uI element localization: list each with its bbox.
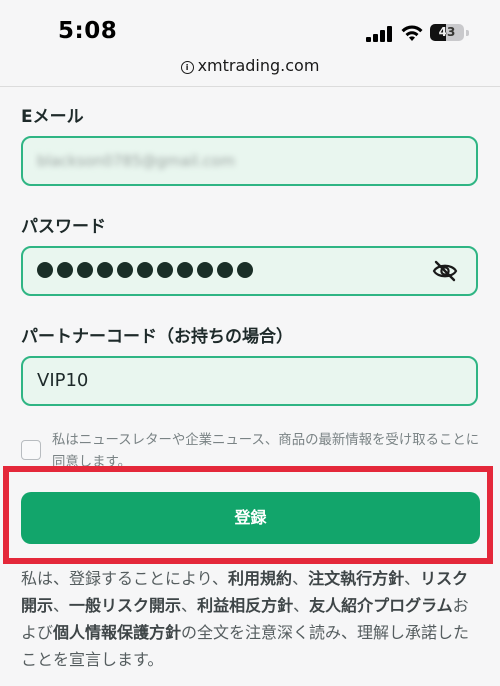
terms-separator: 、 — [293, 596, 310, 615]
referral-program-link[interactable]: 友人紹介プログラム — [309, 596, 453, 615]
terms-separator: 、 — [292, 569, 309, 588]
url-text: xmtrading.com — [197, 56, 320, 75]
order-execution-policy-link[interactable]: 注文執行方針 — [308, 569, 404, 588]
terms-separator: 、 — [53, 596, 70, 615]
register-button[interactable]: 登録 — [21, 492, 480, 544]
cellular-signal-icon — [366, 26, 392, 42]
battery-icon: 43 — [430, 24, 464, 41]
partner-code-field[interactable]: VIP10 — [21, 356, 478, 406]
general-risk-disclosure-link[interactable]: 一般リスク開示 — [69, 596, 181, 615]
email-label: Eメール — [21, 107, 84, 127]
terms-of-use-link[interactable]: 利用規約 — [228, 569, 292, 588]
address-bar[interactable]: i xmtrading.com — [0, 56, 500, 86]
password-label: パスワード — [21, 217, 106, 237]
status-bar: 5:08 43 — [0, 0, 500, 56]
password-dots — [37, 262, 253, 278]
email-field[interactable]: blackson0785@gmail.com — [21, 136, 478, 186]
status-time: 5:08 — [58, 18, 118, 44]
site-info-icon[interactable]: i — [180, 61, 194, 74]
divider — [0, 86, 500, 87]
privacy-policy-link[interactable]: 個人情報保護方針 — [53, 623, 181, 642]
battery-level: 43 — [438, 25, 456, 39]
terms-statement: 私は、登録することにより、利用規約、注文執行方針、リスク開示、一般リスク開示、利… — [21, 565, 481, 673]
conflict-of-interest-policy-link[interactable]: 利益相反方針 — [197, 596, 293, 615]
partner-code-value: VIP10 — [37, 370, 89, 391]
partner-code-label: パートナーコード（お持ちの場合） — [21, 327, 293, 347]
password-field[interactable] — [21, 246, 478, 296]
newsletter-checkbox[interactable] — [21, 440, 41, 460]
terms-text: 私は、登録することにより、 — [21, 569, 229, 588]
battery-tip — [466, 30, 469, 36]
terms-separator: 、 — [404, 569, 421, 588]
wifi-icon — [401, 25, 423, 41]
email-value: blackson0785@gmail.com — [37, 152, 235, 170]
terms-separator: 、 — [181, 596, 198, 615]
toggle-password-visibility-icon[interactable] — [432, 260, 458, 282]
